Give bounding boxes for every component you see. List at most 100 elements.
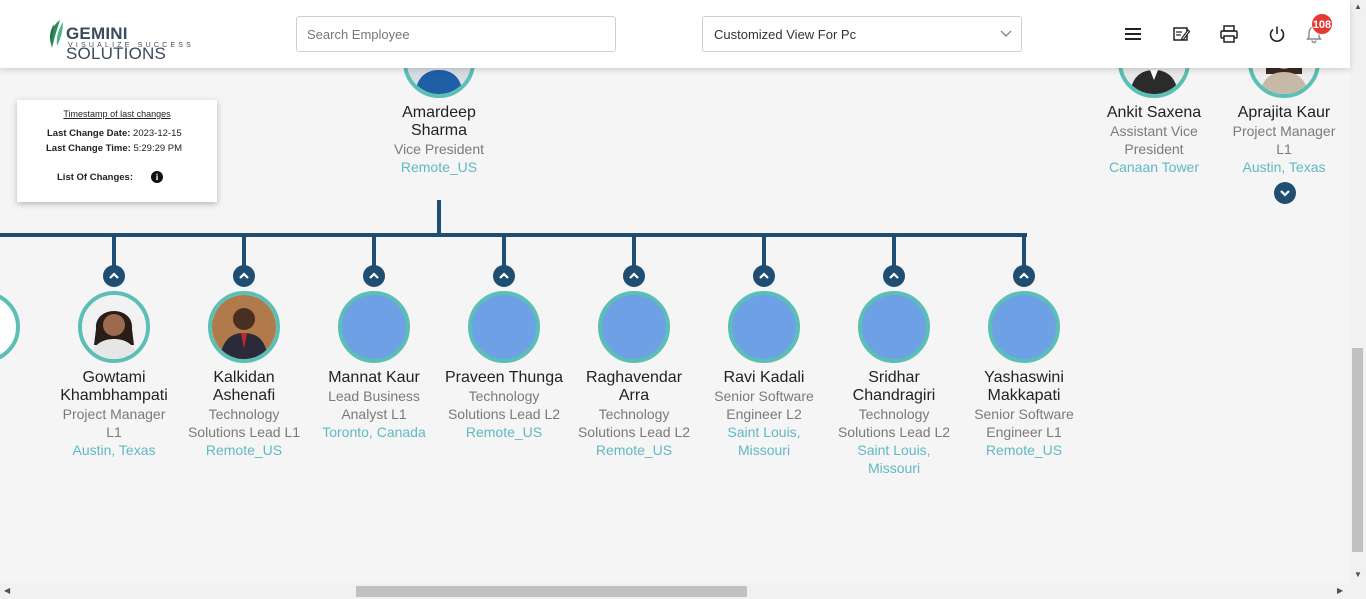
info-icon[interactable]: i (151, 171, 163, 183)
scroll-right-arrow-icon[interactable]: ▶ (1337, 586, 1343, 595)
horizontal-scrollbar[interactable]: ◀ ▶ (0, 583, 1366, 599)
expand-button[interactable] (1274, 182, 1296, 204)
collapse-button[interactable] (1013, 265, 1035, 287)
horizontal-scroll-thumb[interactable] (356, 586, 747, 597)
vertical-scrollbar[interactable]: ▲ ▼ (1350, 0, 1366, 583)
person-title: Technology (468, 388, 540, 404)
list-of-changes-row: List Of Changes: (57, 172, 133, 183)
person-location: Remote_US (465, 424, 543, 440)
chevron-up-icon (759, 272, 769, 279)
avatar[interactable] (468, 291, 540, 363)
person-name: Ashenafi (212, 387, 276, 404)
print-icon[interactable] (1219, 24, 1239, 44)
person-name: Raghavendar (585, 369, 683, 386)
last-change-time-label: Last Change Time: (46, 143, 131, 154)
leaf-logo-icon (50, 20, 63, 48)
person-title: Solutions Lead L2 (837, 424, 951, 440)
top-header: GEMINI SOLUTIONS VISUALIZE SUCCESS Custo… (0, 0, 1350, 68)
manager-card[interactable]: Amardeep Sharma Vice President Remote_US (369, 104, 509, 176)
avatar[interactable] (208, 291, 280, 363)
connector-drop (632, 235, 636, 267)
list-of-changes-label: List Of Changes: (57, 172, 134, 183)
person-title: Assistant Vice (1110, 123, 1198, 139)
person-name: Makkapati (987, 387, 1061, 404)
person-title: Engineer L2 (726, 406, 802, 422)
collapse-button[interactable] (493, 265, 515, 287)
avatar[interactable] (988, 291, 1060, 363)
person-name: Mannat Kaur (328, 369, 420, 386)
person-location: Austin, Texas (1242, 159, 1326, 175)
chevron-up-icon (239, 272, 249, 279)
last-change-date-label: Last Change Date: (47, 128, 131, 139)
edit-note-icon[interactable] (1171, 24, 1191, 44)
person-card[interactable]: Ravi Kadali Senior Software Engineer L2 Sai… (699, 369, 829, 459)
timestamp-title: Timestamp of last changes (63, 109, 171, 119)
connector-horizontal (0, 233, 1027, 237)
person-card[interactable]: Kalkidan Ashenafi Technology Solutions Lead… (179, 369, 309, 459)
search-input[interactable] (296, 16, 616, 52)
menu-icon[interactable] (1123, 24, 1143, 44)
avatar[interactable] (78, 291, 150, 363)
chevron-up-icon (369, 272, 379, 279)
manager-name-line2: Sharma (410, 122, 468, 139)
chevron-up-icon (499, 272, 509, 279)
person-location: Missouri (737, 442, 791, 458)
person-location: Remote_US (205, 442, 283, 458)
notification-badge[interactable]: 108 (1311, 13, 1333, 35)
collapse-button[interactable] (753, 265, 775, 287)
person-name: Praveen Thunga (444, 369, 563, 386)
collapse-button[interactable] (623, 265, 645, 287)
person-card[interactable]: VigTechL1uis,ri (0, 369, 49, 459)
avatar[interactable] (598, 291, 670, 363)
scroll-down-arrow-icon[interactable]: ▼ (1354, 570, 1362, 579)
person-title: Tech (0, 387, 49, 405)
person-location: ri (0, 441, 49, 459)
person-location: Austin, Texas (72, 442, 156, 458)
chevron-up-icon (1019, 272, 1029, 279)
person-card-aprajita-kaur[interactable]: Aprajita Kaur Project Manager L1 Austin,… (1224, 104, 1344, 176)
person-title: L1 (1276, 141, 1292, 157)
person-name: Chandragiri (852, 387, 936, 404)
person-title: Solutions Lead L2 (447, 406, 561, 422)
person-card[interactable]: Sridhar Chandragiri Technology Solutions Le… (829, 369, 959, 477)
scroll-up-arrow-icon[interactable]: ▲ (1354, 2, 1362, 11)
person-name: Ankit Saxena (1106, 104, 1202, 121)
view-select[interactable]: Customized View For Pc (702, 16, 1022, 52)
last-change-date-row: Last Change Date: 2023-12-15 (47, 128, 182, 139)
avatar[interactable] (338, 291, 410, 363)
avatar[interactable] (0, 291, 20, 363)
person-photo-icon (82, 295, 146, 359)
person-card[interactable]: Raghavendar Arra Technology Solutions Lead … (569, 369, 699, 459)
person-location: Canaan Tower (1108, 159, 1200, 175)
logo-main: GEMINI (66, 24, 128, 43)
collapse-button[interactable] (363, 265, 385, 287)
collapse-button[interactable] (103, 265, 125, 287)
person-name: Khambhampati (60, 387, 168, 404)
person-name: Arra (618, 387, 650, 404)
person-name: Kalkidan (213, 369, 275, 386)
person-card[interactable]: Yashaswini Makkapati Senior Software Engine… (959, 369, 1089, 459)
person-location: uis, (0, 423, 49, 441)
power-icon[interactable] (1267, 24, 1287, 44)
collapse-button[interactable] (883, 265, 905, 287)
scroll-left-arrow-icon[interactable]: ◀ (4, 586, 10, 595)
person-title: Technology (598, 406, 670, 422)
person-card[interactable]: Gowtami Khambhampati Project Manager L1 Aust… (49, 369, 179, 459)
person-name: Yashaswini (984, 369, 1064, 386)
chevron-down-icon (1280, 190, 1290, 197)
person-card[interactable]: Praveen Thunga Technology Solutions Lead L… (439, 369, 569, 441)
gemini-logo[interactable]: GEMINI SOLUTIONS VISUALIZE SUCCESS (46, 18, 216, 63)
collapse-button[interactable] (233, 265, 255, 287)
connector-drop (242, 235, 246, 267)
person-card-ankit-saxena[interactable]: Ankit Saxena Assistant Vice President Ca… (1094, 104, 1214, 176)
manager-title: Vice President (393, 141, 484, 157)
connector-drop (1022, 235, 1026, 267)
last-change-time-row: Last Change Time: 5:29:29 PM (46, 143, 182, 154)
chevron-up-icon (629, 272, 639, 279)
vertical-scroll-thumb[interactable] (1352, 348, 1363, 552)
avatar[interactable] (858, 291, 930, 363)
avatar[interactable] (728, 291, 800, 363)
person-title: Solutions Lead L1 (187, 424, 301, 440)
person-name: Sridhar (868, 369, 920, 386)
person-card[interactable]: Mannat Kaur Lead Business Analyst L1 Toront… (309, 369, 439, 441)
